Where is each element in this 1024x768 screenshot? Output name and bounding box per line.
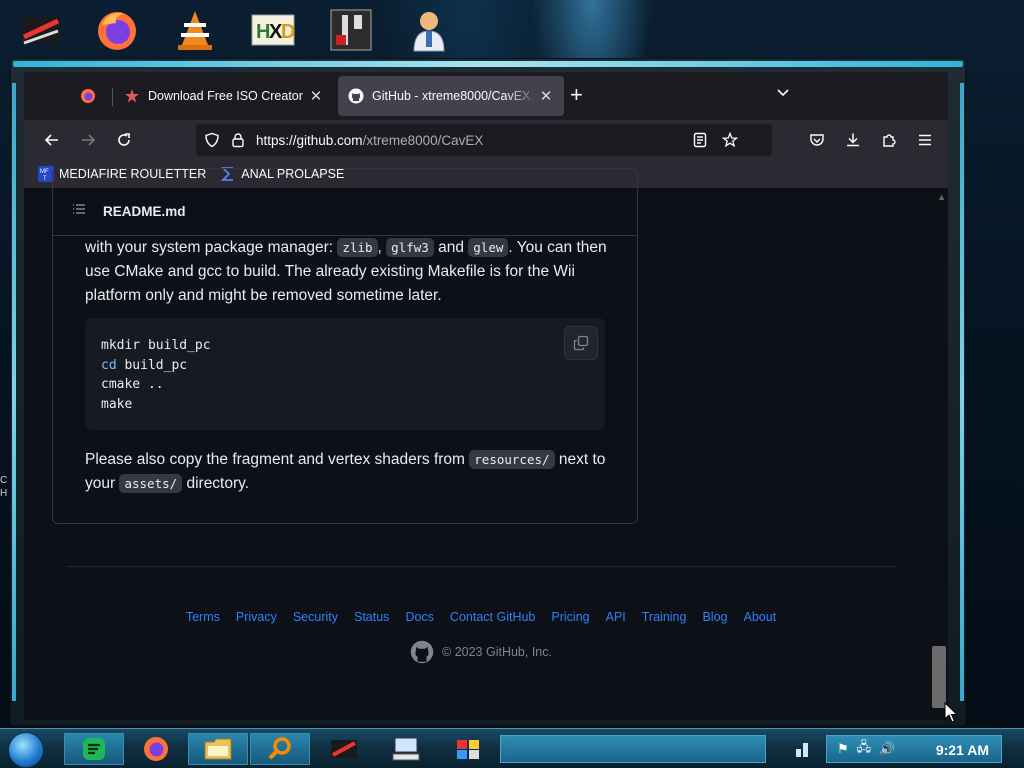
clock[interactable]: 9:21 AM [936, 742, 989, 758]
volume-icon[interactable]: 🔊 [879, 741, 895, 757]
footer-links: Terms Privacy Security Status Docs Conta… [24, 610, 938, 624]
readme-header: README.md [52, 188, 638, 236]
footer-link-training[interactable]: Training [642, 610, 687, 624]
taskbar-control-panel[interactable] [438, 733, 498, 765]
svg-text:MF: MF [40, 169, 49, 175]
inline-code: glfw3 [386, 238, 434, 257]
notes-icon [83, 738, 105, 760]
footer-link-security[interactable]: Security [293, 610, 338, 624]
taskbar-remote-desktop[interactable] [376, 733, 436, 765]
inline-code: resources/ [469, 450, 555, 469]
start-button[interactable] [8, 732, 44, 768]
nav-bar: https://github.com/xtreme8000/CavEX [24, 120, 948, 160]
footer-link-api[interactable]: API [606, 610, 626, 624]
downloads-icon[interactable] [842, 129, 864, 151]
github-logo-icon[interactable] [410, 640, 434, 664]
control-panel-icon [457, 740, 479, 759]
back-icon[interactable] [41, 129, 63, 151]
footer-link-privacy[interactable]: Privacy [236, 610, 277, 624]
action-center-flag-icon[interactable]: ⚑ [837, 741, 849, 757]
code-block: mkdir build_pc cd build_pc cmake .. make [85, 318, 605, 430]
taskbar-file-explorer[interactable] [188, 733, 248, 765]
system-tray: ⚑ 🖧 🔊 9:21 AM [826, 735, 1002, 763]
doctor-icon[interactable] [404, 6, 454, 54]
footer-link-docs[interactable]: Docs [405, 610, 433, 624]
outline-list-icon[interactable] [71, 201, 87, 222]
taskbar-firefox[interactable] [126, 733, 186, 765]
page-content: README.md with your system package manag… [24, 168, 948, 720]
copy-icon [573, 335, 589, 351]
scrollbar-thumb[interactable] [932, 646, 946, 708]
footer-divider [66, 566, 896, 567]
extensions-icon[interactable] [878, 129, 900, 151]
hxd-icon[interactable]: HXD [248, 6, 298, 54]
rally-car-icon[interactable] [16, 6, 66, 54]
pocket-icon[interactable] [806, 129, 828, 151]
footer-link-blog[interactable]: Blog [702, 610, 727, 624]
list-all-tabs-icon[interactable] [776, 86, 790, 105]
forward-icon[interactable] [77, 129, 99, 151]
firefox-icon [81, 89, 95, 103]
github-icon [348, 88, 364, 104]
footer-link-status[interactable]: Status [354, 610, 389, 624]
tab-github-cavex[interactable]: GitHub - xtreme8000/CavEX: Pr ✕ [338, 76, 564, 116]
taskbar: ⚑ 🖧 🔊 9:21 AM [0, 728, 1024, 768]
folder-icon [204, 738, 232, 760]
svg-text:T: T [43, 176, 47, 182]
footer-copyright: © 2023 GitHub, Inc. [24, 640, 938, 664]
firefox-icon [144, 737, 168, 761]
footer-link-about[interactable]: About [744, 610, 777, 624]
side-text: C H [0, 475, 8, 499]
svg-text:D: D [281, 21, 295, 43]
lock-icon[interactable] [230, 132, 246, 153]
tab-title: Download Free ISO Creator [148, 89, 303, 103]
tab-iso-creator[interactable]: Download Free ISO Creator ✕ [114, 76, 334, 116]
readme-title: README.md [103, 204, 186, 219]
footer-link-contact[interactable]: Contact GitHub [450, 610, 535, 624]
taskbar-notes-app[interactable] [64, 733, 124, 765]
scrollbar[interactable]: ▲ [932, 188, 948, 720]
scroll-up-icon[interactable]: ▲ [937, 192, 946, 202]
close-tab-icon[interactable]: ✕ [538, 87, 554, 105]
bookmark-star-icon[interactable] [721, 131, 739, 153]
show-desktop-icon[interactable] [794, 739, 814, 764]
magnifier-icon [268, 737, 291, 760]
keyboard-computer-icon [392, 737, 420, 761]
menu-icon[interactable] [914, 129, 936, 151]
readme-paragraph-build: with your system package manager: zlib, … [85, 238, 607, 304]
mouse-pointer-icon [944, 701, 959, 729]
url-text[interactable]: https://github.com/xtreme8000/CavEX [256, 133, 483, 148]
rally-car-icon [331, 740, 357, 758]
star-favicon-icon [125, 89, 139, 103]
network-icon[interactable]: 🖧 [857, 738, 872, 760]
vlc-icon[interactable] [170, 6, 220, 54]
close-tab-icon[interactable]: ✕ [308, 87, 324, 105]
shield-icon[interactable] [204, 132, 220, 153]
inline-code: glew [468, 238, 509, 257]
taskbar-empty-area [500, 735, 766, 763]
new-tab-button[interactable]: + [570, 84, 583, 106]
tab-bar: Download Free ISO Creator ✕ GitHub - xtr… [24, 72, 948, 120]
footer-link-pricing[interactable]: Pricing [551, 610, 589, 624]
browser-window: Download Free ISO Creator ✕ GitHub - xtr… [24, 72, 948, 720]
inline-code: zlib [337, 238, 378, 257]
game-icon[interactable] [326, 6, 376, 54]
taskbar-search-app[interactable] [250, 733, 310, 765]
footer-link-terms[interactable]: Terms [186, 610, 220, 624]
copy-button[interactable] [564, 326, 598, 360]
firefox-icon[interactable] [92, 6, 142, 54]
reload-icon[interactable] [113, 129, 135, 151]
tab-title: GitHub - xtreme8000/CavEX: Pr [372, 89, 538, 103]
reader-view-icon[interactable] [692, 132, 708, 153]
inline-code: assets/ [119, 474, 183, 493]
readme-paragraph-shaders: Please also copy the fragment and vertex… [85, 450, 606, 493]
url-bar[interactable]: https://github.com/xtreme8000/CavEX [196, 124, 772, 156]
tab-pinned-firefox[interactable] [68, 76, 108, 116]
taskbar-rally-game[interactable] [314, 733, 374, 765]
